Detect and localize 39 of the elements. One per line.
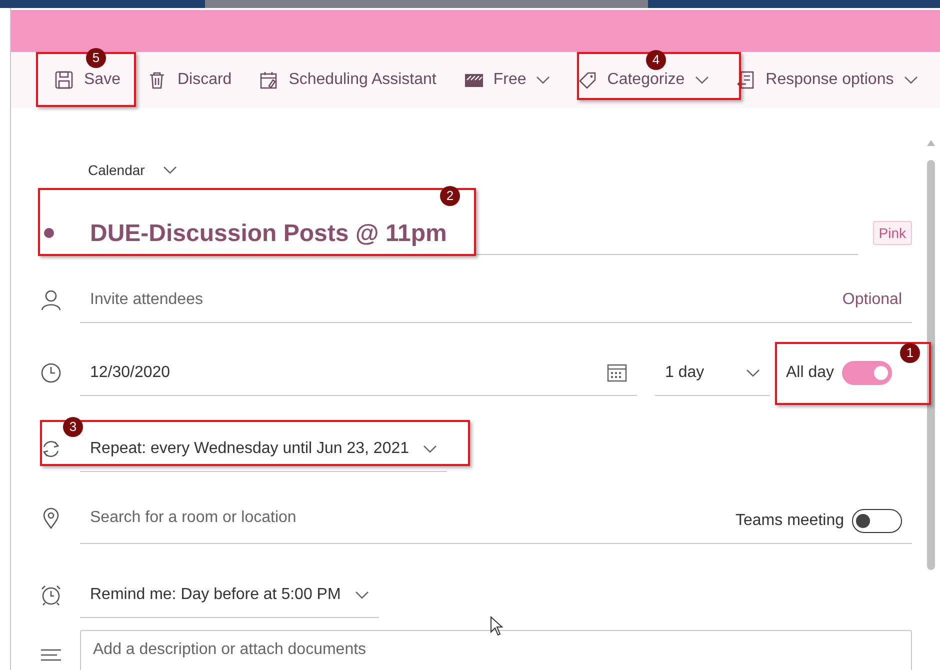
duration-dropdown[interactable]: 1 day [655, 350, 770, 396]
toolbar-button[interactable]: Categorize [574, 67, 713, 93]
reminder-dropdown[interactable]: Remind me: Day before at 5:00 PM [80, 572, 379, 618]
toggle-switch[interactable] [842, 361, 892, 385]
date-field[interactable]: 12/30/2020 [90, 364, 607, 382]
chevron-down-icon [162, 166, 177, 174]
category-tag[interactable]: Pink [872, 221, 912, 245]
mouse-pointer-icon [490, 616, 504, 636]
calendar-icon [607, 362, 627, 382]
person-icon [40, 289, 62, 311]
save-icon [55, 71, 75, 89]
step-number-badge: 3 [63, 417, 83, 437]
step-number-badge: 1 [900, 343, 920, 363]
tag-icon [578, 71, 598, 89]
toggle-label: All day [786, 364, 834, 382]
toolbar-button[interactable]: Response options [732, 67, 922, 93]
calendar-dropdown[interactable]: Calendar [80, 162, 177, 178]
dot-icon [44, 228, 54, 238]
toolbar-button[interactable]: Free [460, 67, 554, 93]
alarm-clock-icon [40, 584, 62, 606]
toggle-label: Teams meeting [736, 512, 844, 530]
toolbar-button[interactable]: Discard [144, 67, 236, 93]
optional-link[interactable]: Optional [842, 290, 902, 308]
description-field[interactable]: Add a description or attach documents [80, 630, 912, 670]
toolbar-button[interactable]: Scheduling Assistant [256, 67, 440, 93]
step-number-badge: 2 [440, 186, 460, 206]
striped-block-icon [464, 71, 484, 89]
chevron-down-icon [746, 368, 760, 376]
chevron-down-icon [423, 444, 438, 452]
scrollbar-thumb[interactable] [927, 160, 935, 570]
toolbar-button[interactable]: Save [51, 67, 124, 93]
scroll-up-arrow-icon [927, 140, 935, 146]
toggle-switch[interactable] [852, 508, 902, 532]
clock-icon [40, 362, 62, 384]
location-field[interactable]: Search for a room or location [90, 508, 736, 526]
attendees-field[interactable]: Invite attendees [90, 290, 842, 308]
repeat-dropdown[interactable]: Repeat: every Wednesday until Jun 23, 2021 [80, 426, 448, 472]
chevron-down-icon [354, 590, 369, 598]
title-field[interactable]: DUE-Discussion Posts @ 11pm [80, 212, 858, 254]
